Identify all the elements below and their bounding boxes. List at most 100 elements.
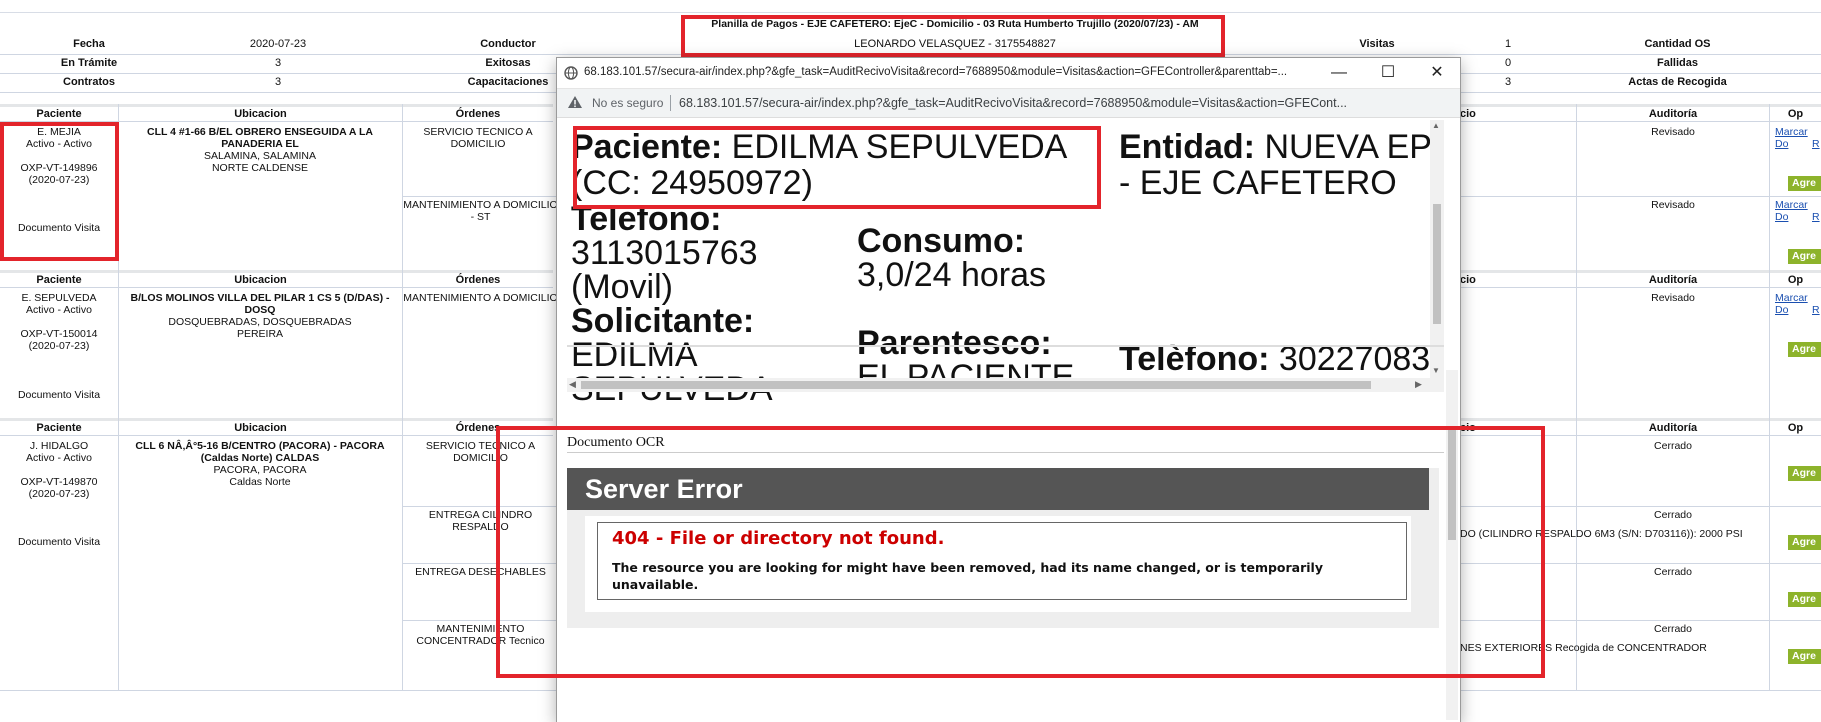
frame-separator (567, 345, 1444, 347)
header-ubicacion: Ubicacion (119, 270, 402, 288)
warning-icon (567, 95, 583, 112)
minimize-icon[interactable]: — (1317, 58, 1361, 88)
value-capacitaciones-count: 3 (1504, 76, 1512, 88)
close-icon[interactable]: ✕ (1415, 58, 1459, 88)
consumo-label: Consumo: (857, 222, 1026, 260)
horizontal-scroll-thumb[interactable] (581, 381, 1371, 389)
scroll-left-icon[interactable]: ◀ (569, 379, 576, 390)
visit-date: (2020-07-23) (28, 488, 90, 500)
header-ubicacion: Ubicacion (119, 104, 402, 122)
header-paciente: Paciente (0, 104, 118, 122)
address-divider (670, 95, 671, 111)
visit-code: OXP-VT-149870 (20, 476, 98, 488)
telefono-type: (Movil) (571, 268, 673, 306)
document-visita-link[interactable]: Documento Visita (0, 389, 118, 401)
value-en-tramite: 3 (274, 57, 282, 69)
solicitante-value: EDILMA (571, 336, 698, 374)
agregar-button[interactable]: Agre (1788, 176, 1821, 191)
order-item: MANTENIMIENTO A DOMICILIO (403, 292, 558, 304)
patient-status: Activo - Activo (26, 452, 92, 464)
audit-status: Cerrado (1654, 440, 1692, 452)
globe-icon (564, 66, 578, 83)
visit-date: (2020-07-23) (28, 340, 90, 352)
audit-status: Cerrado (1654, 623, 1692, 635)
agregar-button[interactable]: Agre (1788, 649, 1821, 664)
patient-name[interactable]: E. SEPULVEDA (0, 292, 118, 304)
header-auditoria: Auditoría (1577, 418, 1769, 436)
header-op-partial: Op (1770, 270, 1821, 288)
col-divider (402, 104, 403, 691)
vertical-scrollbar[interactable]: ▲ ▼ (1430, 120, 1444, 378)
label-visitas: Visitas (1359, 38, 1395, 50)
solicitante-label: Solicitante: (571, 302, 755, 340)
label-fecha: Fecha (73, 38, 105, 50)
region: PEREIRA (236, 328, 284, 340)
marcar-link-r[interactable]: R (1812, 304, 1820, 316)
maximize-icon[interactable]: ☐ (1366, 58, 1410, 88)
address: CLL 6 NÂ‚Â°5-16 B/CENTRO (PACORA) - PACO… (135, 440, 385, 464)
patient-name[interactable]: J. HIDALGO (0, 440, 118, 452)
audit-status: Revisado (1651, 292, 1695, 304)
vertical-scroll-thumb[interactable] (1433, 204, 1441, 324)
horizontal-scrollbar[interactable]: ◀ ▶ (567, 378, 1444, 392)
audit-status: Cerrado (1654, 566, 1692, 578)
header-paciente: Paciente (0, 270, 118, 288)
marcar-link-r[interactable]: R (1812, 138, 1820, 150)
document-visita-link[interactable]: Documento Visita (0, 536, 118, 548)
city: SALAMINA, SALAMINA (203, 150, 317, 162)
address-bar[interactable]: No es seguro 68.183.101.57/secura-air/in… (557, 89, 1460, 118)
agregar-button[interactable]: Agre (1788, 592, 1821, 607)
header-ubicacion: Ubicacion (119, 418, 402, 436)
top-divider (0, 12, 1821, 13)
header-inicio-partial: cio (1460, 270, 1576, 288)
value-exitosas-count: 0 (1504, 57, 1512, 69)
label-contratos: Contratos (63, 76, 115, 88)
marcar-link-r[interactable]: R (1812, 211, 1820, 223)
row-divider (403, 196, 558, 197)
header-auditoria: Auditoría (1577, 104, 1769, 122)
label-fallidas: Fallidas (1657, 57, 1698, 69)
scroll-right-icon[interactable]: ▶ (1415, 379, 1422, 390)
audit-status: Cerrado (1654, 509, 1692, 521)
agregar-button[interactable]: Agre (1788, 466, 1821, 481)
value-fecha: 2020-07-23 (249, 38, 307, 50)
agregar-button[interactable]: Agre (1788, 535, 1821, 550)
col-divider (1769, 104, 1770, 691)
header-inicio-partial: cio (1460, 104, 1576, 122)
popup-titlebar[interactable]: 68.183.101.57/secura-air/index.php?&gfe_… (557, 58, 1460, 89)
header-auditoria: Auditoría (1577, 270, 1769, 288)
region: Caldas Norte (229, 476, 291, 488)
audit-status: Revisado (1651, 126, 1695, 138)
city: PACORA, PACORA (213, 464, 307, 476)
header-op-partial: Op (1770, 104, 1821, 122)
highlight-patient-cell (0, 122, 119, 261)
row-divider (1460, 196, 1821, 197)
agregar-button[interactable]: Agre (1788, 342, 1821, 357)
col-divider (1576, 104, 1577, 691)
highlight-planilla-title (681, 15, 1225, 57)
label-en-tramite: En Trámite (60, 57, 118, 69)
url-text[interactable]: 68.183.101.57/secura-air/index.php?&gfe_… (679, 96, 1449, 110)
not-secure-label[interactable]: No es seguro (592, 96, 663, 110)
region: NORTE CALDENSE (211, 162, 309, 174)
header-paciente: Paciente (0, 418, 118, 436)
order-item: SERVICIO TECNICO A DOMICILIO (423, 126, 533, 150)
order-item: MANTENIMIENTO A DOMICILIO - ST (403, 199, 558, 223)
label-cantidad-os: Cantidad OS (1644, 38, 1711, 50)
scroll-down-icon[interactable]: ▼ (1432, 366, 1440, 375)
entidad-value: NUEVA EP (1264, 128, 1432, 166)
parentesco-label: Parentesco: (857, 324, 1052, 362)
highlight-paciente (573, 126, 1101, 209)
scroll-up-icon[interactable]: ▲ (1432, 121, 1440, 130)
consumo-value: 3,0/24 horas (857, 256, 1047, 294)
patient-status: Activo - Activo (26, 304, 92, 316)
header-op-partial: Op (1770, 418, 1821, 436)
value-visitas: 1 (1504, 38, 1512, 50)
header-ordenes: Órdenes (403, 104, 553, 122)
visit-code: OXP-VT-150014 (20, 328, 98, 340)
header-ordenes: Órdenes (403, 270, 553, 288)
label-actas-recogida: Actas de Recogida (1628, 76, 1727, 88)
address: CLL 4 #1-66 B/EL OBRERO ENSEGUIDA A LA P… (147, 126, 373, 150)
popup-window-title: 68.183.101.57/secura-air/index.php?&gfe_… (584, 66, 1288, 78)
agregar-button[interactable]: Agre (1788, 249, 1821, 264)
